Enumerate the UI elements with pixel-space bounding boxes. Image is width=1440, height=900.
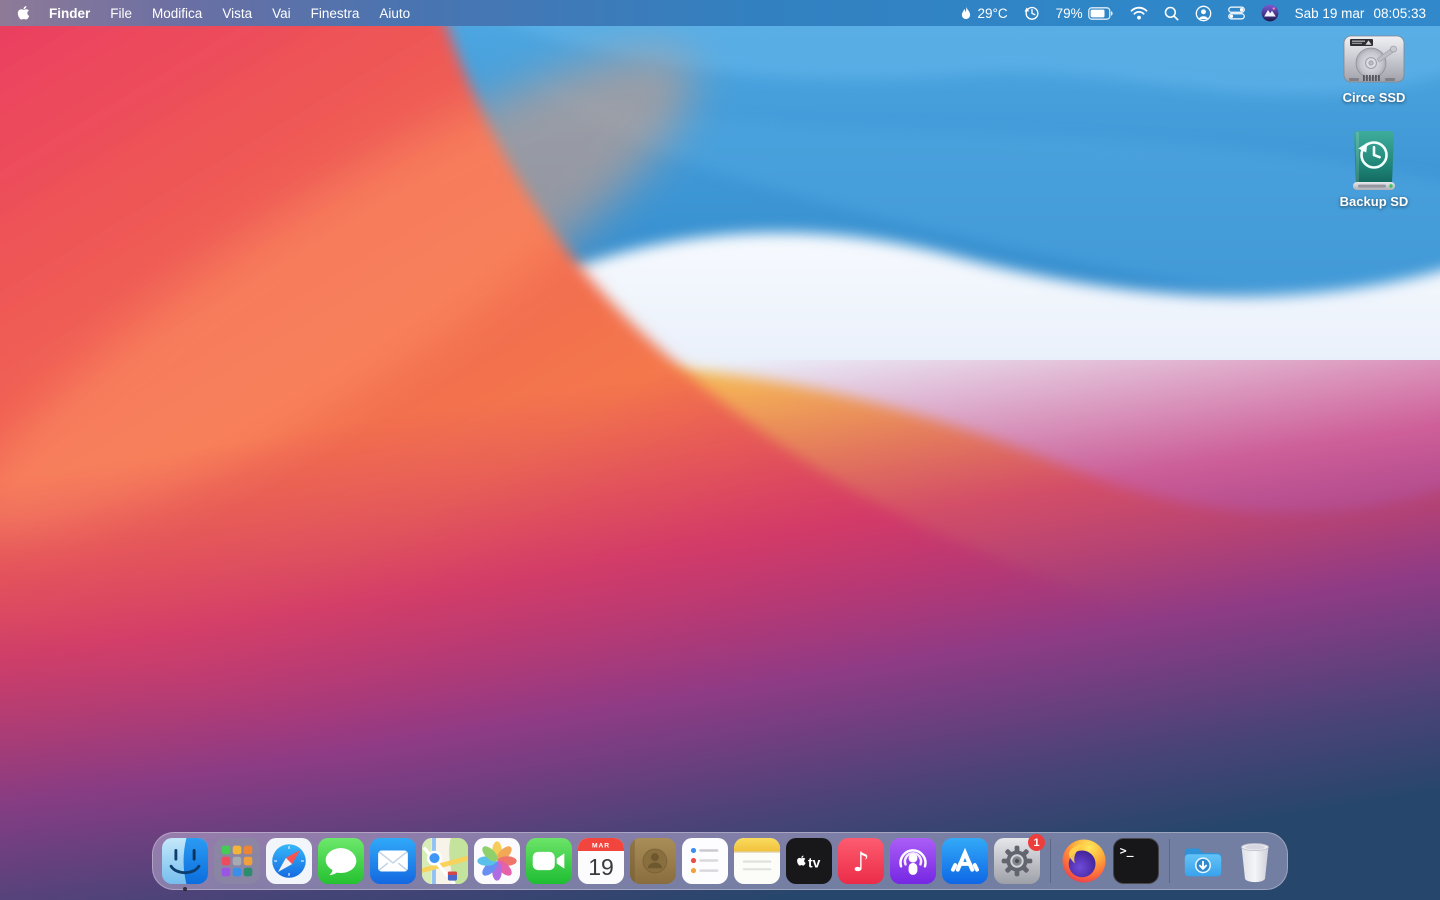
podcasts-icon — [890, 838, 936, 884]
reminders-icon — [682, 838, 728, 884]
desktop-icon-label: Backup SD — [1339, 194, 1409, 209]
dock-item-finder[interactable] — [162, 838, 208, 891]
menu-vista[interactable]: Vista — [212, 0, 262, 26]
dock-item-system-preferences[interactable]: 1 — [994, 834, 1045, 884]
notes-icon — [734, 838, 780, 884]
temperature-value: 29°C — [977, 5, 1008, 21]
battery-icon — [1087, 6, 1113, 20]
time-machine-menu[interactable] — [1024, 0, 1040, 26]
dock-divider — [1169, 839, 1170, 883]
calendar-day-text: 19 — [588, 854, 614, 880]
user-account-icon — [1195, 5, 1211, 21]
app-store-icon — [942, 838, 988, 884]
maps-icon — [422, 838, 468, 884]
menu-finestra[interactable]: Finestra — [301, 0, 370, 26]
battery-percent: 79% — [1055, 5, 1083, 21]
dock-item-safari[interactable] — [266, 838, 312, 884]
dock-divider — [1050, 839, 1051, 883]
calendar-month-text: MAR — [592, 843, 610, 850]
menu-time: 08:05:33 — [1373, 5, 1426, 21]
mountain-app-menu[interactable] — [1261, 0, 1279, 26]
search-icon — [1164, 6, 1179, 20]
dock-item-launchpad[interactable] — [214, 838, 260, 884]
dock-item-calendar[interactable]: MAR 19 — [578, 838, 624, 884]
temperature-status[interactable]: 29°C — [960, 0, 1008, 26]
calendar-icon: MAR 19 — [578, 838, 624, 884]
photos-icon — [474, 838, 520, 884]
dock-item-tv[interactable]: tv — [786, 838, 832, 884]
dock-item-maps[interactable] — [422, 838, 468, 884]
dock-item-reminders[interactable] — [682, 838, 728, 884]
control-center-icon — [1227, 6, 1245, 20]
menu-aiuto[interactable]: Aiuto — [369, 0, 420, 26]
battery-status[interactable]: 79% — [1056, 0, 1114, 26]
downloads-folder-icon — [1184, 848, 1222, 877]
facetime-icon — [526, 838, 572, 884]
desktop-icon-circe-ssd[interactable]: Circe SSD — [1326, 34, 1422, 105]
mail-icon — [370, 838, 416, 884]
clock-menu[interactable]: Sab 19 mar 08:05:33 — [1295, 6, 1426, 21]
dock-item-facetime[interactable] — [526, 838, 572, 884]
dock-item-trash[interactable] — [1232, 838, 1278, 884]
notification-badge: 1 — [1028, 834, 1045, 851]
wallpaper-big-sur — [0, 0, 1440, 900]
firefox-icon — [1062, 839, 1106, 883]
finder-icon — [162, 838, 208, 884]
menu-app-name[interactable]: Finder — [39, 0, 100, 26]
desktop-icon-column: Circe SSD Backup SD — [1326, 34, 1422, 209]
time-machine-drive-icon — [1353, 131, 1395, 190]
dock-item-downloads-folder[interactable] — [1180, 838, 1226, 884]
music-icon: ♪ — [838, 838, 884, 884]
dock: MAR 19 tv ♪ 1 >_ — [152, 832, 1288, 891]
dock-item-photos[interactable] — [474, 838, 520, 884]
menu-date: Sab 19 mar — [1294, 5, 1365, 21]
mountain-app-icon — [1261, 4, 1279, 22]
menu-modifica[interactable]: Modifica — [142, 0, 212, 26]
dock-item-music[interactable]: ♪ — [838, 838, 884, 884]
apple-logo-icon — [17, 6, 30, 20]
dock-item-terminal[interactable]: >_ — [1113, 838, 1159, 884]
dock-item-mail[interactable] — [370, 838, 416, 884]
wifi-menu[interactable] — [1130, 0, 1148, 26]
finder-running-indicator — [183, 887, 187, 891]
launchpad-icon — [214, 838, 260, 884]
desktop-icon-label: Circe SSD — [1342, 90, 1406, 105]
contacts-icon — [630, 838, 676, 884]
music-note-glyph: ♪ — [852, 847, 869, 878]
tv-label-text: tv — [808, 855, 821, 871]
messages-icon — [318, 838, 364, 884]
dock-item-notes[interactable] — [734, 838, 780, 884]
internal-drive-icon — [1343, 35, 1405, 83]
menu-bar: Finder File Modifica Vista Vai Finestra … — [0, 0, 1440, 26]
dock-item-podcasts[interactable] — [890, 838, 936, 884]
control-center-menu[interactable] — [1227, 0, 1245, 26]
apple-menu[interactable] — [10, 0, 39, 26]
dock-item-firefox[interactable] — [1061, 838, 1107, 884]
desktop-screen: Finder File Modifica Vista Vai Finestra … — [0, 0, 1440, 900]
apple-tv-icon: tv — [786, 838, 832, 884]
menu-file[interactable]: File — [100, 0, 142, 26]
menu-vai[interactable]: Vai — [262, 0, 301, 26]
trash-icon — [1241, 843, 1269, 883]
dock-item-contacts[interactable] — [630, 838, 676, 884]
dock-item-messages[interactable] — [318, 838, 364, 884]
spotlight-menu[interactable] — [1164, 0, 1179, 26]
wifi-icon — [1130, 6, 1148, 20]
menu-bar-left: Finder File Modifica Vista Vai Finestra … — [10, 0, 420, 26]
time-machine-icon — [1024, 6, 1039, 20]
terminal-prompt-glyph: >_ — [1120, 843, 1134, 858]
terminal-icon: >_ — [1113, 838, 1159, 884]
flame-icon — [962, 5, 971, 19]
safari-icon — [266, 838, 312, 884]
menu-bar-status-area: 29°C 79% Sab 19 mar 08:05:33 — [960, 0, 1426, 26]
desktop-icon-backup-sd[interactable]: Backup SD — [1326, 130, 1422, 209]
dock-item-app-store[interactable] — [942, 838, 988, 884]
user-menu[interactable] — [1195, 0, 1212, 26]
